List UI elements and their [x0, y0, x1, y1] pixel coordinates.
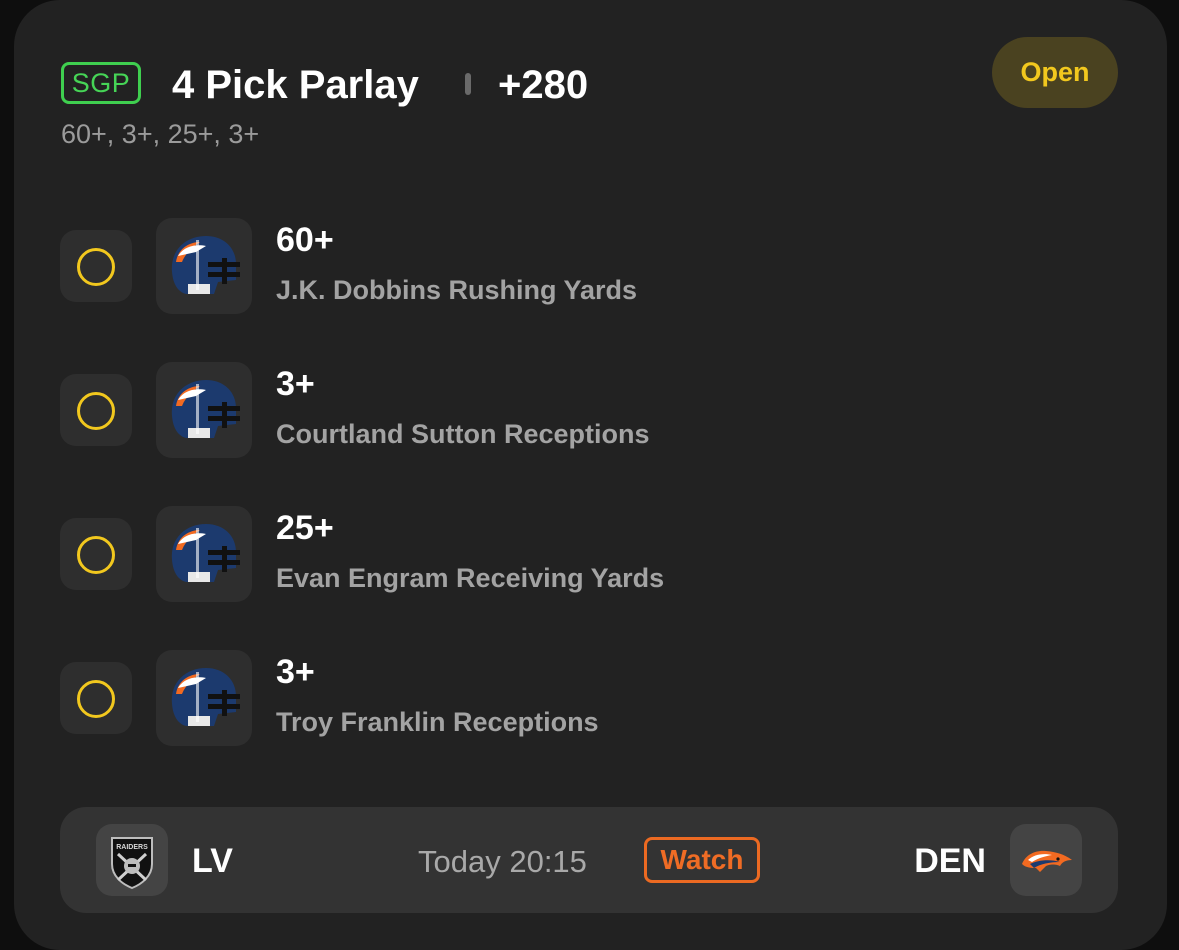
leg-status-indicator: [60, 230, 132, 302]
leg-line: 3+: [276, 365, 315, 403]
raiders-logo-icon: RAIDERS: [96, 824, 168, 896]
watch-button[interactable]: Watch: [644, 837, 760, 883]
pending-circle-icon: [77, 392, 115, 430]
broncos-helmet-icon: [156, 650, 252, 746]
title-divider: [465, 73, 471, 95]
leg-market: Troy Franklin Receptions: [276, 707, 599, 737]
leg-line: 60+: [276, 221, 334, 259]
leg-market: Evan Engram Receiving Yards: [276, 563, 665, 593]
leg-status-indicator: [60, 374, 132, 446]
game-bar[interactable]: RAIDERS LV Today 20:15 Watch DEN: [60, 807, 1118, 913]
leg-status-indicator: [60, 518, 132, 590]
parlay-leg[interactable]: 3+ Troy Franklin Receptions: [60, 650, 1060, 746]
parlay-card[interactable]: SGP 4 Pick Parlay +280 60+, 3+, 25+, 3+ …: [14, 0, 1167, 950]
parlay-leg[interactable]: 25+ Evan Engram Receiving Yards: [60, 506, 1060, 602]
pending-circle-icon: [77, 536, 115, 574]
parlay-summary: 60+, 3+, 25+, 3+: [61, 119, 260, 149]
pending-circle-icon: [77, 248, 115, 286]
leg-line: 25+: [276, 509, 334, 547]
parlay-leg[interactable]: 3+ Courtland Sutton Receptions: [60, 362, 1060, 458]
away-team-abbr: LV: [192, 842, 233, 880]
pending-circle-icon: [77, 680, 115, 718]
parlay-leg[interactable]: 60+ J.K. Dobbins Rushing Yards: [60, 218, 1060, 314]
raiders-wordmark: RAIDERS: [116, 844, 148, 851]
game-time: Today 20:15: [418, 844, 587, 879]
home-team-abbr: DEN: [914, 842, 986, 880]
parlay-odds: +280: [498, 63, 589, 107]
broncos-logo-icon: [1010, 824, 1082, 896]
leg-market: J.K. Dobbins Rushing Yards: [276, 275, 638, 305]
leg-status-indicator: [60, 662, 132, 734]
broncos-helmet-icon: [156, 218, 252, 314]
broncos-helmet-icon: [156, 362, 252, 458]
leg-line: 3+: [276, 653, 315, 691]
parlay-title: 4 Pick Parlay: [172, 63, 419, 107]
status-badge: Open: [992, 37, 1118, 108]
broncos-helmet-icon: [156, 506, 252, 602]
sgp-badge: SGP: [61, 62, 141, 104]
leg-market: Courtland Sutton Receptions: [276, 419, 650, 449]
